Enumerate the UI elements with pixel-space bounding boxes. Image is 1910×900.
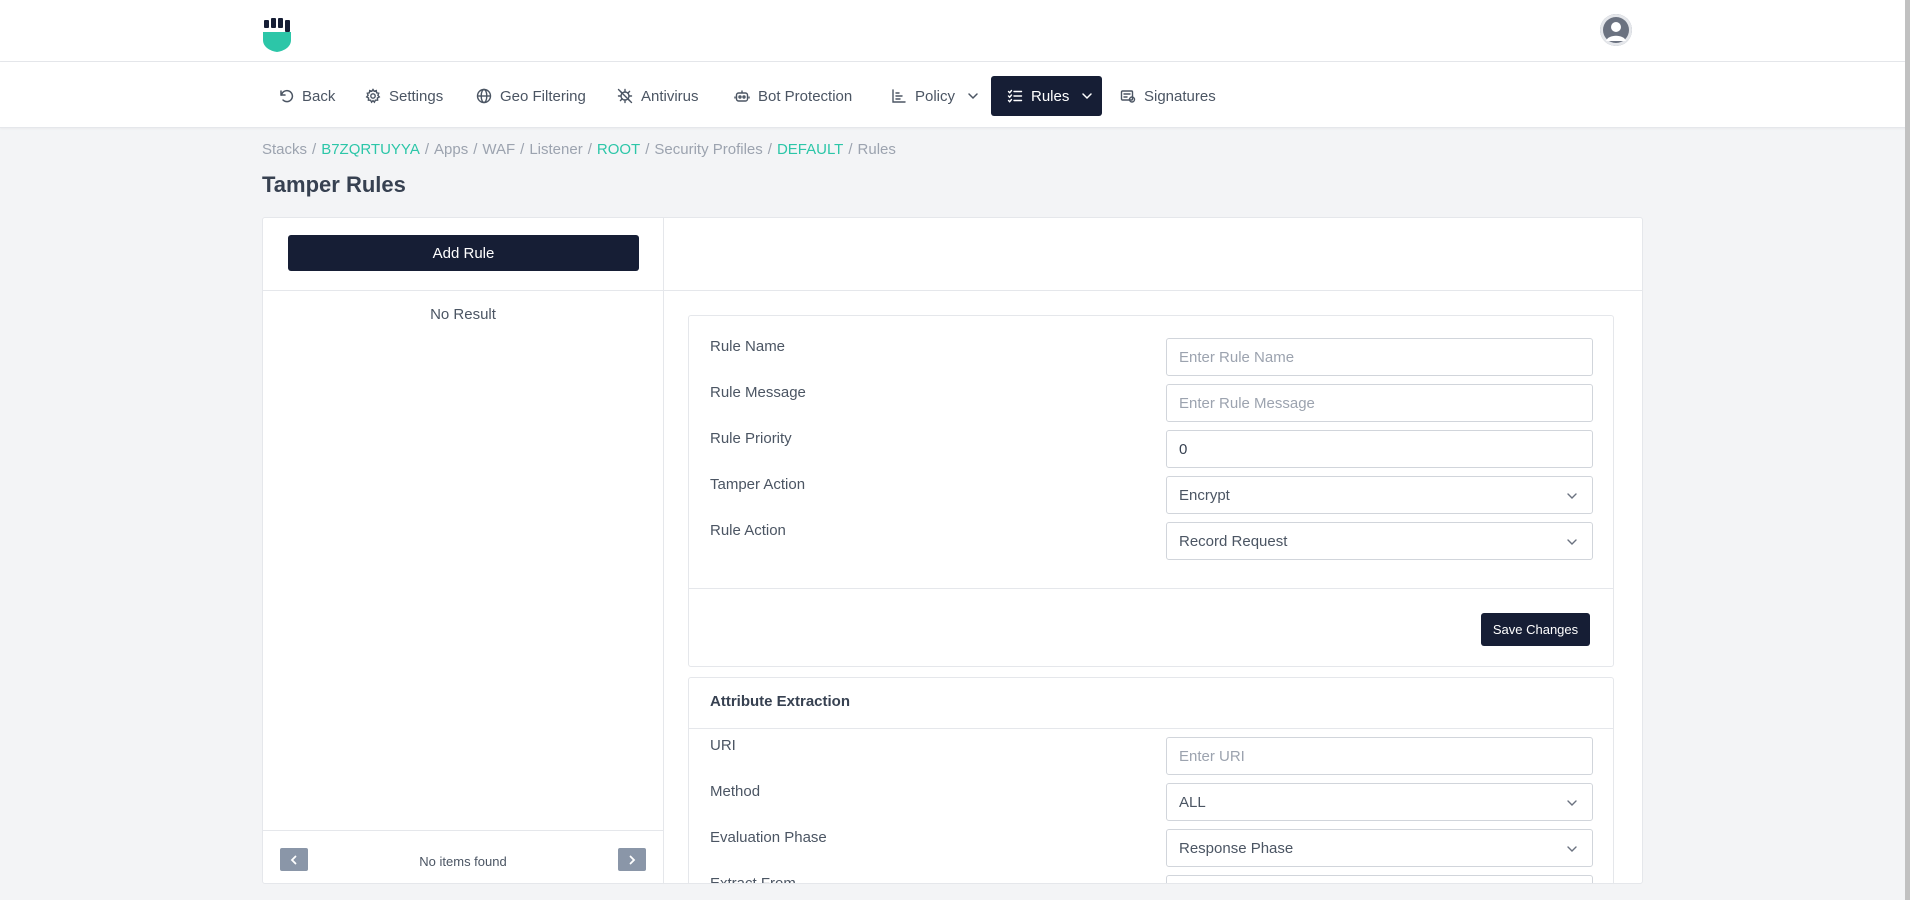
chevron-down-icon: [1567, 493, 1577, 499]
breadcrumb-stacks[interactable]: Stacks: [262, 141, 307, 158]
rule-name-label: Rule Name: [710, 338, 786, 355]
breadcrumb-root[interactable]: ROOT: [597, 141, 640, 158]
globe-icon: [476, 88, 492, 104]
rule-action-row: Rule Action Record Request: [689, 522, 1613, 560]
no-result-text: No Result: [430, 306, 496, 323]
breadcrumb-apps[interactable]: Apps: [434, 141, 468, 158]
nav-policy[interactable]: Policy: [875, 76, 995, 116]
virus-off-icon: [617, 88, 633, 104]
uri-input[interactable]: [1166, 737, 1593, 775]
method-select[interactable]: ALL: [1166, 783, 1593, 821]
attribute-extraction-section: Attribute Extraction URI Method ALL Eval…: [688, 677, 1614, 884]
rule-priority-input[interactable]: [1166, 430, 1593, 468]
nav-bot-protection[interactable]: Bot Protection: [718, 76, 868, 116]
top-bar: [0, 0, 1910, 62]
uri-row: URI: [689, 737, 1613, 775]
evaluation-phase-label: Evaluation Phase: [710, 829, 827, 846]
gear-icon: [365, 88, 381, 104]
add-rule-button[interactable]: Add Rule: [288, 235, 639, 271]
tamper-action-value: Encrypt: [1179, 486, 1230, 504]
rule-action-select[interactable]: Record Request: [1166, 522, 1593, 560]
rule-list-pager: No items found: [263, 830, 663, 883]
rule-action-label: Rule Action: [710, 522, 786, 539]
breadcrumb-stack-id[interactable]: B7ZQRTUYYA: [321, 141, 420, 158]
nav-rules[interactable]: Rules: [991, 76, 1102, 116]
nav-settings-label: Settings: [389, 87, 444, 105]
breadcrumb-listener[interactable]: Listener: [529, 141, 582, 158]
rule-list-header: Add Rule: [263, 218, 663, 291]
page-title: Tamper Rules: [262, 172, 406, 197]
nav-geo-filtering[interactable]: Geo Filtering: [460, 76, 602, 116]
robot-icon: [734, 90, 750, 102]
rule-name-input[interactable]: [1166, 338, 1593, 376]
evaluation-phase-select[interactable]: Response Phase: [1166, 829, 1593, 867]
evaluation-phase-value: Response Phase: [1179, 839, 1294, 857]
rule-form: Rule Name Rule Message Rule Priority Tam…: [688, 315, 1614, 667]
nav-policy-label: Policy: [915, 87, 956, 105]
fist-shield-icon[interactable]: [262, 18, 292, 52]
rule-priority-row: Rule Priority: [689, 430, 1613, 468]
nav-bot-protection-label: Bot Protection: [758, 87, 853, 105]
attribute-extraction-title: Attribute Extraction: [710, 693, 851, 710]
chevron-down-icon: [968, 93, 978, 100]
breadcrumb-rules: Rules: [857, 141, 896, 158]
nav-rules-label: Rules: [1031, 87, 1070, 105]
breadcrumb-default[interactable]: DEFAULT: [777, 141, 843, 158]
rules-panel: Add Rule No Result No items found Rule N…: [262, 217, 1643, 884]
rule-detail-header: [664, 218, 1642, 291]
policy-list-icon: [892, 89, 906, 103]
extract-from-label: Extract From: [710, 875, 796, 884]
no-items-text: No items found: [419, 854, 507, 869]
chevron-down-icon: [1567, 846, 1577, 852]
breadcrumb-security-profiles[interactable]: Security Profiles: [654, 141, 762, 158]
save-changes-button[interactable]: Save Changes: [1481, 613, 1590, 646]
user-avatar-icon[interactable]: [1600, 14, 1632, 46]
attribute-extraction-header: Attribute Extraction: [689, 678, 1613, 729]
nav-signatures[interactable]: Signatures: [1104, 76, 1232, 116]
rule-name-row: Rule Name: [689, 338, 1613, 376]
nav-geo-filtering-label: Geo Filtering: [500, 87, 586, 105]
nav-antivirus-label: Antivirus: [641, 87, 699, 105]
extract-from-select[interactable]: [1166, 875, 1593, 883]
signature-card-icon: [1120, 90, 1136, 103]
form-divider: [689, 588, 1613, 589]
rule-action-value: Record Request: [1179, 532, 1288, 550]
undo-icon: [280, 89, 294, 103]
chevron-down-icon: [1567, 800, 1577, 806]
nav-signatures-label: Signatures: [1144, 87, 1216, 105]
uri-label: URI: [710, 737, 736, 754]
section-nav: Back Settings Geo Filtering Antivirus Bo…: [0, 62, 1910, 128]
chevron-down-icon: [1082, 93, 1093, 100]
chevron-down-icon: [1567, 539, 1577, 545]
method-value: ALL: [1179, 793, 1206, 811]
nav-settings[interactable]: Settings: [349, 76, 459, 116]
rule-priority-label: Rule Priority: [710, 430, 792, 447]
rule-list: Add Rule No Result No items found: [263, 218, 664, 883]
evaluation-phase-row: Evaluation Phase Response Phase: [689, 829, 1613, 867]
nav-back-label: Back: [302, 87, 336, 105]
rule-message-label: Rule Message: [710, 384, 806, 401]
extract-from-row: Extract From: [689, 875, 1613, 884]
tamper-action-label: Tamper Action: [710, 476, 806, 493]
nav-antivirus[interactable]: Antivirus: [601, 76, 715, 116]
checklist-icon: [1007, 89, 1023, 103]
tamper-action-select[interactable]: Encrypt: [1166, 476, 1593, 514]
breadcrumb-waf[interactable]: WAF: [482, 141, 515, 158]
method-row: Method ALL: [689, 783, 1613, 821]
chevron-right-icon: [629, 855, 636, 864]
nav-back[interactable]: Back: [262, 76, 351, 116]
tamper-action-row: Tamper Action Encrypt: [689, 476, 1613, 514]
rule-message-input[interactable]: [1166, 384, 1593, 422]
breadcrumb: Stacks / B7ZQRTUYYA / Apps / WAF / Listener / ROOT…: [262, 141, 896, 158]
method-label: Method: [710, 783, 761, 800]
page-scrollbar[interactable]: [1905, 0, 1910, 900]
next-page-button[interactable]: [618, 848, 646, 871]
rule-message-row: Rule Message: [689, 384, 1613, 422]
